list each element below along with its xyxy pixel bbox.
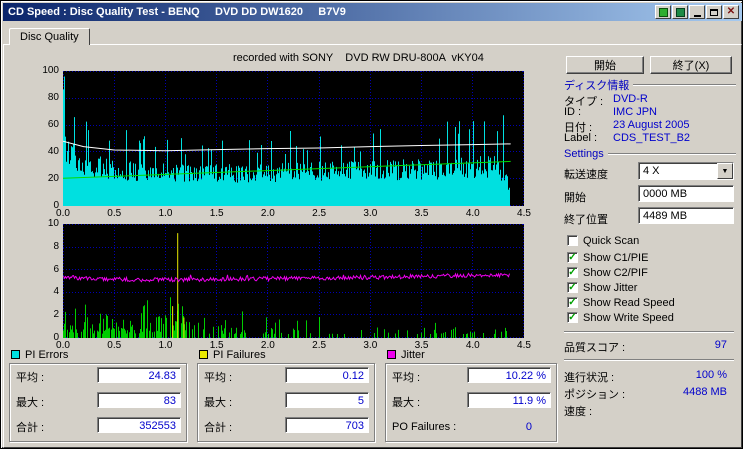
green-chart-icon <box>658 7 668 17</box>
maximize-icon <box>710 8 718 16</box>
green-disk-icon <box>675 7 685 17</box>
titlebar-green-button-2[interactable] <box>672 5 688 19</box>
titlebar-buttons: ✕ <box>655 5 739 19</box>
close-button[interactable]: ✕ <box>723 5 739 19</box>
cd-speed-window: CD Speed : Disc Quality Test - BENQ DVD … <box>0 0 743 449</box>
main-panel <box>3 44 742 448</box>
titlebar[interactable]: CD Speed : Disc Quality Test - BENQ DVD … <box>3 3 742 21</box>
close-icon: ✕ <box>726 6 736 17</box>
titlebar-green-button-1[interactable] <box>655 5 671 19</box>
maximize-button[interactable] <box>706 5 722 19</box>
tab-disc-quality[interactable]: Disc Quality <box>9 28 90 45</box>
minimize-button[interactable] <box>689 5 705 19</box>
window-title: CD Speed : Disc Quality Test - BENQ DVD … <box>8 6 346 18</box>
minimize-icon <box>693 14 701 17</box>
